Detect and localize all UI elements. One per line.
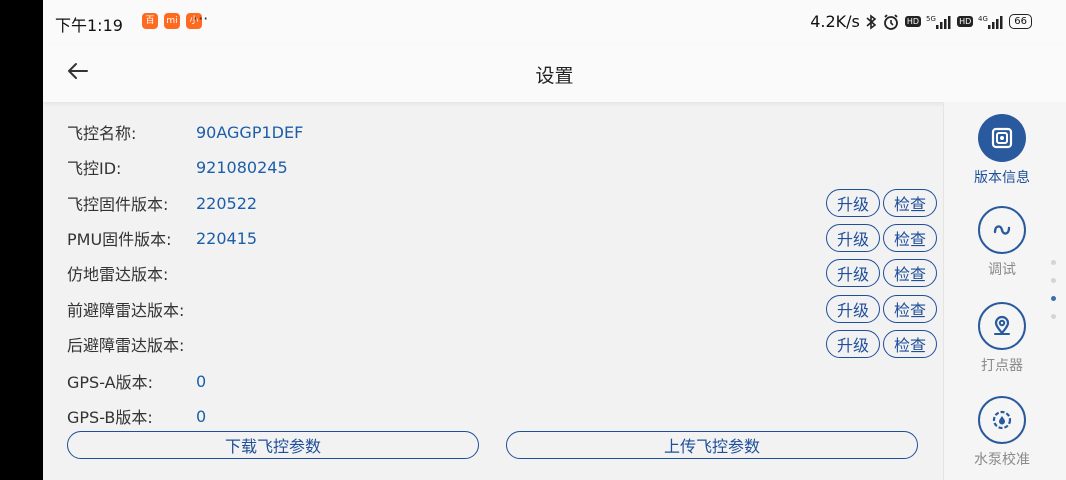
sidebar-item-debug[interactable]: 调试 xyxy=(944,206,1060,279)
field-value: 921080245 xyxy=(196,157,288,177)
status-time: 下午1:19 xyxy=(55,16,123,35)
signal-5g-icon: 5G xyxy=(926,15,951,29)
page-dot xyxy=(1051,278,1056,283)
location-pin-icon xyxy=(978,302,1026,350)
title-bar: 设置 xyxy=(43,44,1066,102)
alarm-icon xyxy=(883,13,898,30)
check-button[interactable]: 检查 xyxy=(883,189,937,217)
field-row-gps-b: GPS-B版本: 0 xyxy=(67,401,927,431)
upgrade-button[interactable]: 升级 xyxy=(826,224,880,252)
debug-icon xyxy=(978,206,1026,254)
field-value: 220522 xyxy=(196,193,258,213)
network-speed: 4.2K/s xyxy=(810,12,860,31)
page-dot-active xyxy=(1051,296,1056,301)
button-group: 升级 检查 xyxy=(826,330,937,358)
pump-calibration-icon xyxy=(978,396,1026,444)
download-params-button[interactable]: 下载飞控参数 xyxy=(67,431,479,459)
field-row-fc-name: 飞控名称: 90AGGP1DEF xyxy=(67,117,927,147)
page-dot xyxy=(1051,260,1056,265)
hd-icon: HD xyxy=(904,16,922,27)
sidebar-item-pump-calibration[interactable]: 水泵校准 xyxy=(944,396,1060,469)
field-row-fc-id: 飞控ID: 921080245 xyxy=(67,152,927,182)
field-label: 飞控ID: xyxy=(67,159,122,178)
upgrade-button[interactable]: 升级 xyxy=(826,295,880,323)
mi-notification-icon: mi xyxy=(164,13,180,29)
button-group: 升级 检查 xyxy=(826,259,937,287)
sidebar-item-marker[interactable]: 打点器 xyxy=(944,302,1060,375)
field-value: 0 xyxy=(196,406,207,426)
app-screen: 下午1:19 百 mi 小 ··· 4.2K/s HD 5G HD 4G 66 … xyxy=(43,0,1066,480)
field-row-rear-radar: 后避障雷达版本: 升级 检查 xyxy=(67,329,937,359)
button-group: 升级 检查 xyxy=(826,189,937,217)
field-label: 后避障雷达版本: xyxy=(67,336,185,355)
check-button[interactable]: 检查 xyxy=(883,330,937,358)
app-notification-icon: 百 xyxy=(142,13,158,29)
field-label: 前避障雷达版本: xyxy=(67,301,185,320)
field-value: 0 xyxy=(196,371,207,391)
field-label: GPS-B版本: xyxy=(67,408,153,427)
battery-indicator: 66 xyxy=(1009,14,1032,29)
upgrade-button[interactable]: 升级 xyxy=(826,330,880,358)
field-label: 仿地雷达版本: xyxy=(67,265,169,284)
field-label: 飞控名称: xyxy=(67,124,137,143)
field-row-gps-a: GPS-A版本: 0 xyxy=(67,366,927,396)
check-button[interactable]: 检查 xyxy=(883,295,937,323)
page-indicator xyxy=(1051,260,1056,319)
sidebar-item-label: 调试 xyxy=(988,262,1016,278)
field-row-terrain-radar: 仿地雷达版本: 升级 检查 xyxy=(67,258,937,288)
status-bar: 下午1:19 百 mi 小 ··· 4.2K/s HD 5G HD 4G 66 xyxy=(43,0,1066,44)
check-button[interactable]: 检查 xyxy=(883,259,937,287)
button-group: 升级 检查 xyxy=(826,224,937,252)
svg-text:5G: 5G xyxy=(926,15,936,23)
field-value: 90AGGP1DEF xyxy=(196,122,304,142)
page-dot xyxy=(1051,314,1056,319)
field-value: 220415 xyxy=(196,228,258,248)
version-info-panel: 飞控名称: 90AGGP1DEF 飞控ID: 921080245 飞控固件版本:… xyxy=(43,102,943,480)
more-notifications-icon: ··· xyxy=(193,9,209,28)
button-group: 升级 检查 xyxy=(826,295,937,323)
field-label: PMU固件版本: xyxy=(67,230,172,249)
hd-icon-2: HD xyxy=(957,16,974,27)
upgrade-button[interactable]: 升级 xyxy=(826,259,880,287)
bluetooth-icon xyxy=(866,13,877,30)
svg-text:4G: 4G xyxy=(978,15,988,23)
upload-params-button[interactable]: 上传飞控参数 xyxy=(506,431,918,459)
check-button[interactable]: 检查 xyxy=(883,224,937,252)
page-title: 设置 xyxy=(535,65,574,87)
upgrade-button[interactable]: 升级 xyxy=(826,189,880,217)
sidebar-item-label: 打点器 xyxy=(981,358,1023,374)
field-row-pmu-firmware: PMU固件版本: 220415 升级 检查 xyxy=(67,223,937,253)
signal-4g-icon: 4G xyxy=(978,15,1003,29)
field-row-front-radar: 前避障雷达版本: 升级 检查 xyxy=(67,294,937,324)
field-label: 飞控固件版本: xyxy=(67,195,169,214)
sidebar-item-label: 版本信息 xyxy=(974,170,1030,186)
field-row-fc-firmware: 飞控固件版本: 220522 升级 检查 xyxy=(67,188,937,218)
sidebar: 版本信息 调试 打点器 水泵校准 xyxy=(943,102,1066,480)
sidebar-item-version-info[interactable]: 版本信息 xyxy=(944,114,1060,187)
status-indicators: 4.2K/s HD 5G HD 4G 66 xyxy=(810,12,1032,31)
version-info-icon xyxy=(978,114,1026,162)
sidebar-item-label: 水泵校准 xyxy=(974,452,1030,468)
field-label: GPS-A版本: xyxy=(67,373,153,392)
